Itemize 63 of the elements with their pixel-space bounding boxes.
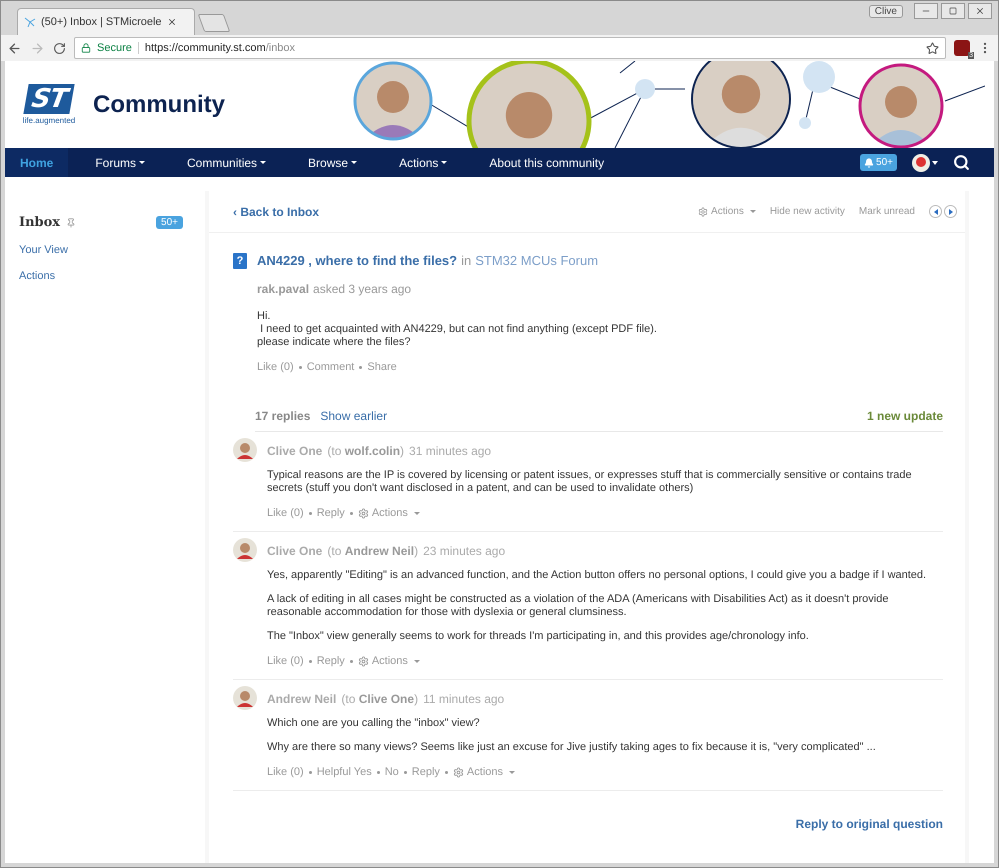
reply-author[interactable]: Clive One xyxy=(267,444,322,458)
reply-text: Typical reasons are the IP is covered by licensing or patent issues, or expresses stuff that is commercially sensitive or contains trade secrets (stuff you don't want disclosed in a patent, and can be used to invalidate others) xyxy=(267,469,913,495)
reply-author[interactable]: Clive One xyxy=(267,544,322,558)
site-title: Community xyxy=(93,90,225,118)
nav-tab[interactable]: Forums xyxy=(80,148,160,177)
reply-time: 23 minutes ago xyxy=(423,544,506,558)
address-bar[interactable]: Secure https://community.st.com/inbox xyxy=(74,37,946,59)
nav-tab[interactable]: Home xyxy=(5,148,68,177)
nav-tab[interactable]: About this community xyxy=(474,148,620,177)
profile-button[interactable]: Clive xyxy=(868,4,903,18)
action-link[interactable]: Comment xyxy=(306,361,354,373)
actions-menu[interactable]: Actions xyxy=(358,507,420,519)
browser-tab[interactable]: (50+) Inbox | STMicroele xyxy=(17,8,195,35)
action-link[interactable]: Helpful Yes xyxy=(316,766,372,778)
action-link[interactable]: Share xyxy=(367,361,397,373)
in-label: in xyxy=(461,253,472,268)
question-text: please indicate where the files? xyxy=(257,336,412,349)
notifications-button[interactable]: 50+ xyxy=(860,154,897,171)
recipient: (to Clive One) xyxy=(341,692,418,706)
asked-time: asked 3 years ago xyxy=(313,282,412,296)
reply-time: 11 minutes ago xyxy=(423,692,504,706)
reply-text: Why are there so many views? Seems like just an excuse for Jive justify taking ages to fix because it is, "very complicated" ... xyxy=(267,741,877,754)
sidebar-link[interactable]: Your View xyxy=(19,244,205,256)
toolbar-link[interactable]: Mark unread xyxy=(858,206,915,217)
question-icon: ? xyxy=(233,253,247,269)
action-link[interactable]: Reply xyxy=(316,655,345,667)
action-link[interactable]: No xyxy=(384,766,399,778)
nav-tab[interactable]: Actions xyxy=(384,148,462,177)
author-link[interactable]: rak.paval xyxy=(257,282,310,296)
reply-count: 17 replies xyxy=(255,409,310,423)
question-text: I need to get acquainted with AN4229, but can not find anything (except PDF file). xyxy=(259,323,657,336)
sidebar-link[interactable]: Actions xyxy=(19,270,205,282)
logo[interactable]: ST xyxy=(23,84,75,114)
question-text: Hi. xyxy=(257,310,272,323)
actions-menu[interactable]: Actions xyxy=(698,206,756,217)
show-earlier-link[interactable]: Show earlier xyxy=(320,409,388,423)
question-title[interactable]: AN4229 , where to find the files? xyxy=(257,253,458,268)
action-link[interactable]: Reply xyxy=(412,766,440,778)
reply-text: The "Inbox" view generally seems to work for threads I'm participating in, and this provides age/chronology info. xyxy=(267,630,810,643)
reply-text: Which one are you calling the "inbox" view? xyxy=(267,717,481,730)
sidebar-title: Inbox xyxy=(19,215,60,230)
toolbar-link[interactable]: Hide new activity xyxy=(770,206,845,217)
reply-text: A lack of editing in all cases might be constructed as a violation of the ADA (Americans with Disabilities Act) as it doesn't provide reasonable accommodation for those with dyslexia or general clumsiness. xyxy=(267,593,890,619)
action-link[interactable]: Like (0) xyxy=(267,655,304,667)
nav-tab[interactable]: Communities xyxy=(172,148,282,177)
back-link[interactable]: ‹ Back to Inbox xyxy=(233,204,320,218)
new-update-label: 1 new update xyxy=(866,409,943,423)
logo-tagline: life.augmented xyxy=(22,116,76,125)
reply-author[interactable]: Andrew Neil xyxy=(267,692,336,706)
recipient: (to wolf.colin) xyxy=(327,444,404,458)
count-badge: 50+ xyxy=(156,216,183,229)
recipient: (to Andrew Neil) xyxy=(327,544,418,558)
reply-text: Yes, apparently "Editing" is an advanced function, and the Action button offers no personal options, I could give you a badge if I wanted. xyxy=(267,569,928,582)
action-link[interactable]: Like (0) xyxy=(267,507,304,519)
reply-link[interactable]: Reply to original question xyxy=(796,817,943,831)
forum-link[interactable]: STM32 MCUs Forum xyxy=(475,253,598,268)
action-link[interactable]: Like (0) xyxy=(267,766,304,778)
actions-menu[interactable]: Actions xyxy=(452,766,515,778)
action-link[interactable]: Like (0) xyxy=(257,361,294,373)
reply-time: 31 minutes ago xyxy=(409,444,492,458)
nav-tab[interactable]: Browse xyxy=(293,148,372,177)
actions-menu[interactable]: Actions xyxy=(358,655,420,667)
action-link[interactable]: Reply xyxy=(316,507,345,519)
